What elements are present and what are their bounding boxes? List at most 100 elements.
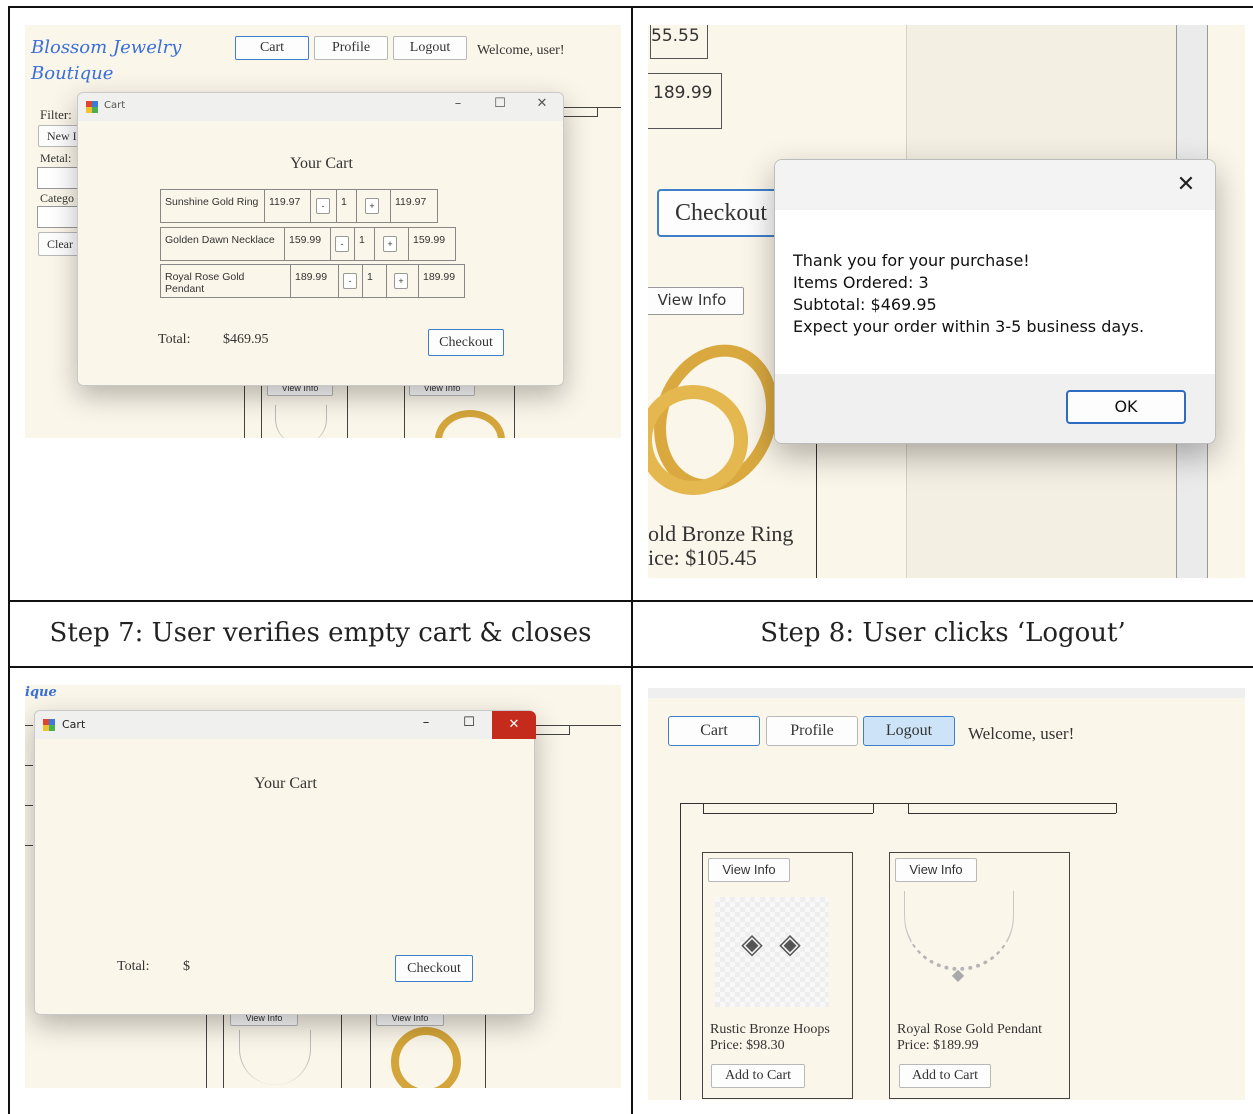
dialog-line: Expect your order within 3-5 business da… [793,317,1145,336]
product-list-frame [703,813,873,814]
product-frame-line [569,725,570,735]
item-name: Golden Dawn Necklace [161,228,285,260]
metal-label: Metal: [40,151,72,165]
side-control-edge [25,765,33,766]
view-info-button[interactable]: View Info [895,858,977,882]
cell-minus: - [339,265,363,297]
cell-plus: + [387,265,419,297]
close-icon[interactable]: ✕ [492,711,536,739]
close-icon[interactable]: ✕ [1171,172,1201,197]
logo-text: Blossom Jewelry Boutique [31,35,181,87]
cart-row: Royal Rose Gold Pendant 189.99 - 1 + 189… [160,264,465,298]
total-value: $ [183,959,190,974]
add-to-cart-button[interactable]: Add to Cart [711,1064,805,1088]
necklace-image [275,405,327,438]
product-frame-line [533,725,621,726]
gold-ring-image [435,410,505,438]
cart-window: Cart – ☐ ✕ Your Cart Total: $ Checkout [34,710,536,1015]
product-list-frame [873,803,874,813]
decrease-button[interactable]: - [343,273,357,289]
increase-button[interactable]: + [383,236,397,252]
side-control-edge [25,725,33,726]
minimize-icon[interactable]: – [414,715,438,730]
close-icon[interactable]: ✕ [530,96,554,111]
item-name: Sunshine Gold Ring [161,190,265,222]
purchase-dialog: ✕ Thank you for your purchase! Items Ord… [774,159,1216,444]
category-label: Catego [40,191,74,205]
minimize-icon[interactable]: – [446,96,470,111]
product-list-frame [703,803,704,813]
product-frame-line [370,1010,371,1088]
dialog-line: Items Ordered: 3 [793,273,929,292]
product-list-frame [1116,803,1117,813]
view-info-button[interactable]: View Info [708,858,790,882]
product-name: old Bronze Ring [648,521,794,546]
product-frame-line [597,107,598,117]
product-frame-line [341,1010,342,1088]
partial-price-text: 55.55 [651,26,700,46]
window-title: Cart [62,718,86,731]
product-frame-line [206,1010,207,1088]
window-title: Cart [104,100,126,111]
product-list-frame [680,803,1117,804]
logout-button[interactable]: Logout [393,36,467,60]
grid-divider-row1 [8,600,1253,602]
total-label: Total: [158,332,191,347]
product-price: Price: $189.99 [897,1038,979,1053]
item-price: 119.97 [265,190,311,222]
product-frame-line [563,107,621,108]
logo-line-1: Blossom Jewelry [31,37,182,58]
cart-window-titlebar[interactable]: Cart – ☐ ✕ [78,93,563,121]
checkout-button[interactable]: Checkout [395,955,473,982]
cart-button[interactable]: Cart [235,36,309,60]
product-card: View Info ◆ Royal Rose Gold Pendant Pric… [889,852,1070,1099]
gold-ring-image [391,1027,461,1088]
necklace-image [239,1030,311,1085]
logo-line-2: Boutique [31,63,114,84]
cell-minus: - [331,228,355,260]
cell-minus: - [311,190,337,222]
logout-button[interactable]: Logout [863,716,955,746]
maximize-icon[interactable]: ☐ [457,715,481,730]
checkout-button[interactable]: Checkout [428,329,504,356]
top-strip [648,688,1245,698]
decrease-button[interactable]: - [316,198,330,214]
product-frame-line [533,734,569,735]
cart-heading: Your Cart [254,775,317,792]
necklace-image [904,891,1014,971]
cart-button[interactable]: Cart [668,716,760,746]
dialog-message: Thank you for your purchase! Items Order… [793,250,1144,338]
earring-icon: ◈ [779,927,801,960]
filter-label: Filter: [40,107,72,122]
item-total: 159.99 [413,234,446,246]
product-name: Rustic Bronze Hoops [710,1022,830,1037]
increase-button[interactable]: + [394,273,408,289]
product-price: Price: $98.30 [710,1038,785,1053]
view-info-button[interactable]: View Info [648,287,744,315]
profile-button[interactable]: Profile [766,716,858,746]
item-name: Royal Rose Gold Pendant [161,265,291,297]
add-to-cart-button[interactable]: Add to Cart [899,1064,991,1088]
price-box: 189.99 [648,73,722,129]
dialog-titlebar[interactable] [775,160,1215,210]
grid-border-left [8,6,10,1114]
cart-window-titlebar[interactable]: Cart – ☐ ✕ [35,711,536,739]
pendant-icon: ◆ [951,965,965,984]
side-control-edge [25,805,33,806]
cell-plus: + [375,228,409,260]
maximize-icon[interactable]: ☐ [488,96,512,111]
ok-button[interactable]: OK [1066,390,1186,424]
item-price: 189.99 [291,265,339,297]
product-price: ice: $105.45 [648,545,757,570]
product-list-frame [680,803,681,1100]
cart-row: Sunshine Gold Ring 119.97 - 1 + 119.97 [160,189,438,223]
increase-button[interactable]: + [365,198,379,214]
panel-step7-empty-cart: ique View Info View Info Cart – ☐ ✕ Your… [25,685,621,1088]
total-label: Total: [117,959,150,974]
product-list-frame [908,813,1116,814]
dialog-line: Subtotal: $469.95 [793,295,937,314]
item-qty: 1 [355,228,375,260]
decrease-button[interactable]: - [335,236,349,252]
product-frame-line [563,116,597,117]
profile-button[interactable]: Profile [314,36,388,60]
